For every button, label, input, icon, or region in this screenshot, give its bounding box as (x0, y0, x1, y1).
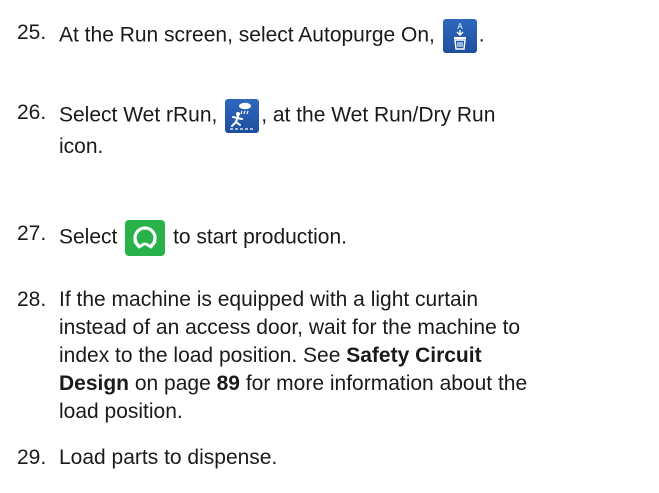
step-26: 26. Select Wet rRun, , at the Wet Run/Dr… (17, 99, 657, 161)
after-text: for more information about the (245, 372, 528, 395)
step-text: Load parts to dispense. (59, 446, 278, 469)
step-number: 29. (17, 446, 47, 469)
page-number[interactable]: 89 (217, 372, 240, 395)
step-number: 27. (17, 222, 47, 245)
step-text-line2: icon. (59, 135, 104, 158)
step-text-end: . (478, 23, 485, 47)
step-text-line3: index to the load position. See (59, 344, 341, 367)
on-page-text: on page (134, 372, 211, 395)
safety-circuit-link-part1[interactable]: Safety Circuit (346, 344, 481, 367)
step-text-continued: , at the Wet Run/Dry Run (261, 103, 496, 127)
step-text: Select Wet rRun, (59, 103, 218, 127)
step-text: At the Run screen, select Autopurge On, (59, 23, 435, 47)
step-29: 29. Load parts to dispense. (17, 444, 657, 472)
wet-run-icon (225, 99, 260, 133)
safety-circuit-link-part2[interactable]: Design (59, 372, 129, 395)
svg-text:A: A (457, 22, 463, 31)
step-text-end: to start production. (173, 225, 347, 249)
step-27: 27. Select to start production. (17, 220, 657, 256)
step-text-last-line: load position. (59, 400, 183, 423)
step-number: 25. (17, 21, 47, 44)
step-text-line1: If the machine is equipped with a light … (59, 288, 479, 311)
step-number: 28. (17, 288, 47, 311)
step-number: 26. (17, 101, 47, 124)
autopurge-icon: A (442, 19, 477, 53)
step-text: Select (59, 225, 118, 249)
step-25: 25. At the Run screen, select Autopurge … (17, 19, 657, 53)
start-cycle-icon (125, 220, 166, 256)
step-text-line2: instead of an access door, wait for the … (59, 316, 521, 339)
step-28: 28. If the machine is equipped with a li… (17, 286, 657, 426)
